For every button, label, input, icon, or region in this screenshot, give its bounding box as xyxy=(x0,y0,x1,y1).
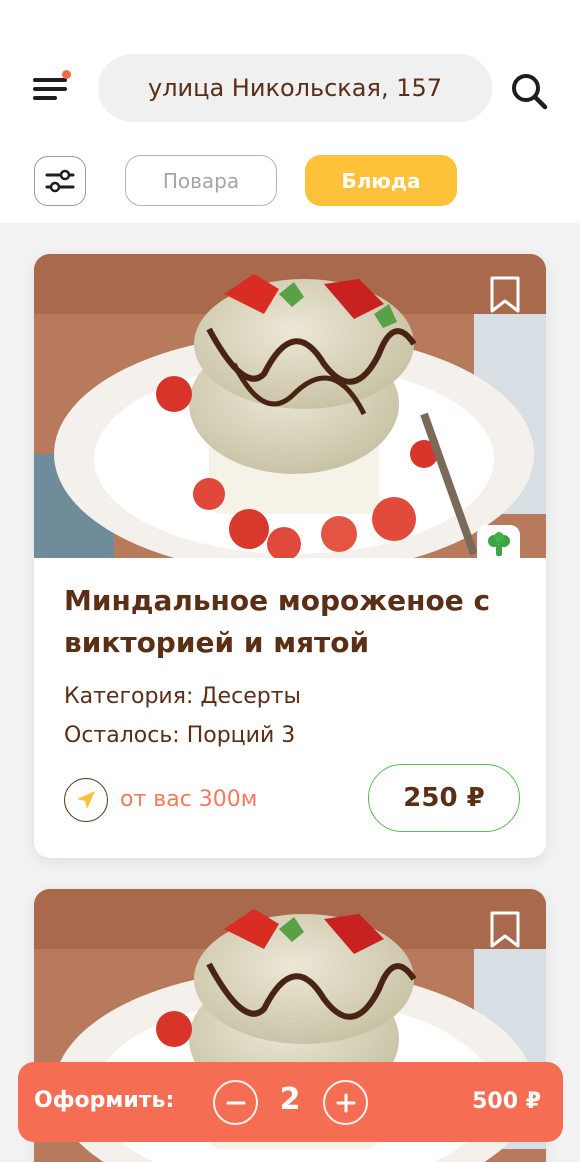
tab-cooks[interactable]: Повара xyxy=(125,155,277,206)
checkout-label[interactable]: Оформить: xyxy=(34,1088,174,1113)
sliders-icon xyxy=(45,169,75,193)
hamburger-icon xyxy=(33,78,67,82)
address-field[interactable]: улица Никольская, 157 xyxy=(98,54,492,122)
dish-title: Миндальное мороженое с викторией и мятой xyxy=(64,584,491,659)
dish-card[interactable]: Миндальное мороженое с викторией и мятой… xyxy=(34,254,546,858)
top-bar: улица Никольская, 157 Повара Блюда xyxy=(0,0,580,223)
broccoli-icon xyxy=(487,532,510,556)
search-button[interactable] xyxy=(508,70,550,112)
dish-category: Категория: Десерты xyxy=(64,684,301,709)
increase-quantity-button[interactable] xyxy=(323,1080,368,1125)
order-total: 500 ₽ xyxy=(472,1089,541,1114)
filter-button[interactable] xyxy=(34,156,86,206)
location-button[interactable] xyxy=(64,778,108,822)
decrease-quantity-button[interactable] xyxy=(213,1080,258,1125)
minus-icon xyxy=(226,1101,245,1104)
address-text: улица Никольская, 157 xyxy=(147,74,443,102)
quantity-value: 2 xyxy=(279,1082,301,1117)
bookmark-icon[interactable] xyxy=(489,276,521,314)
menu-button[interactable] xyxy=(33,70,71,104)
search-icon xyxy=(512,74,548,110)
notification-dot xyxy=(62,70,71,79)
price-label: 250 ₽ xyxy=(403,783,485,813)
plus-icon xyxy=(336,1093,355,1112)
navigation-arrow-icon xyxy=(77,791,95,809)
order-bar: Оформить: 2 500 ₽ xyxy=(18,1062,563,1142)
dish-distance: от вас 300м xyxy=(120,787,258,812)
dish-portions-left: Осталось: Порций 3 xyxy=(64,723,296,748)
vegetarian-badge xyxy=(477,525,520,565)
tab-dishes[interactable]: Блюда xyxy=(305,155,457,206)
tab-dishes-label: Блюда xyxy=(341,168,421,193)
price-button[interactable]: 250 ₽ xyxy=(368,764,520,832)
bookmark-icon[interactable] xyxy=(489,911,521,949)
tab-cooks-label: Повара xyxy=(162,168,240,193)
dish-photo xyxy=(34,254,546,558)
